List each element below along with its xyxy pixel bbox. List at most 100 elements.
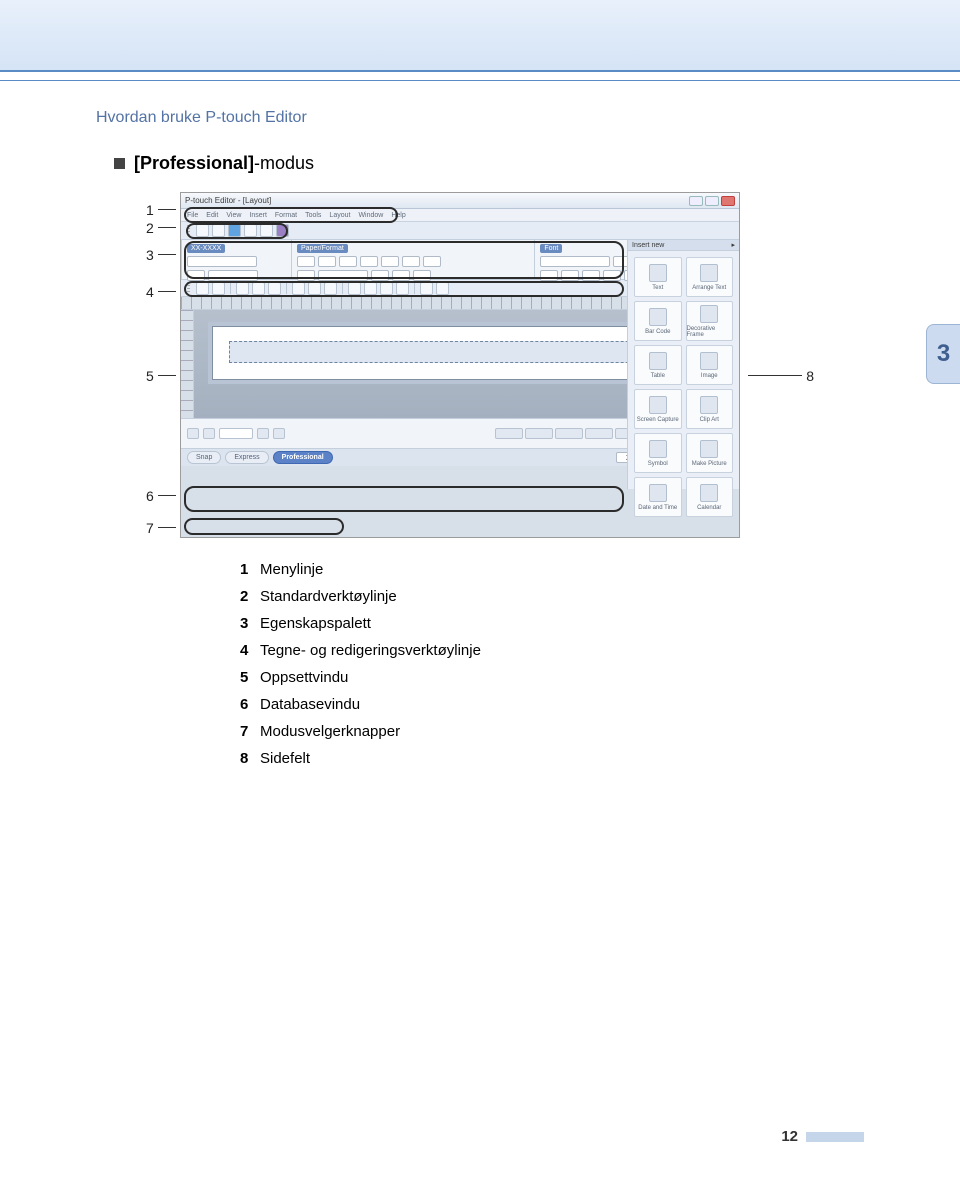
sidebar-cell-icon — [700, 484, 718, 502]
legend-num: 7 — [240, 718, 260, 745]
shape-icon[interactable] — [236, 282, 249, 295]
legend-num: 2 — [240, 583, 260, 610]
legend-item: 5Oppsettvindu — [240, 664, 864, 691]
printer-select[interactable] — [187, 256, 257, 267]
check-toggle[interactable] — [187, 270, 205, 281]
media-select[interactable] — [208, 270, 258, 281]
legend-text: Modusvelgerknapper — [260, 723, 400, 740]
mode-express[interactable]: Express — [225, 451, 268, 464]
close-icon[interactable] — [721, 196, 735, 206]
open-icon[interactable] — [212, 224, 225, 237]
breadcrumb: Hvordan bruke P-touch Editor — [96, 109, 864, 127]
sidebar-cell[interactable]: Decorative Frame — [686, 301, 734, 341]
panel-title: XX-XXXX — [187, 244, 225, 253]
text-icon[interactable] — [212, 282, 225, 295]
color1-icon[interactable] — [420, 282, 433, 295]
sidebar-cell[interactable]: Bar Code — [634, 301, 682, 341]
menu-layout[interactable]: Layout — [329, 212, 350, 219]
legend-text: Tegne- og redigeringsverktøylinje — [260, 642, 481, 659]
sidebar-title: Insert new — [632, 242, 664, 249]
sidebar-cell[interactable]: Text — [634, 257, 682, 297]
legend-text: Standardverktøylinje — [260, 588, 397, 605]
pointer-icon[interactable] — [196, 282, 209, 295]
preview-icon[interactable] — [260, 224, 273, 237]
sidebar-cell-icon — [649, 440, 667, 458]
font-family[interactable] — [540, 256, 610, 267]
menu-file[interactable]: File — [187, 212, 198, 219]
fill-icon[interactable] — [292, 282, 305, 295]
callout-box-7 — [184, 518, 344, 535]
sidebar-cell-icon — [649, 264, 667, 282]
page-accent-bar — [806, 1132, 864, 1142]
sidebar-cell[interactable]: Image — [686, 345, 734, 385]
legend-item: 8Sidefelt — [240, 745, 864, 772]
window-titlebar: P-touch Editor - [Layout] — [181, 193, 739, 209]
legend-num: 1 — [240, 556, 260, 583]
sidebar-cell[interactable]: Arrange Text — [686, 257, 734, 297]
legend-num: 5 — [240, 664, 260, 691]
callout-2: 2 — [146, 220, 154, 236]
record-number[interactable] — [219, 428, 253, 439]
sidebar-cell[interactable]: Date and Time — [634, 477, 682, 517]
sidebar-cell-label: Image — [701, 373, 718, 379]
rect-icon[interactable] — [268, 282, 281, 295]
flip-icon[interactable] — [396, 282, 409, 295]
sidebar-cell[interactable]: Symbol — [634, 433, 682, 473]
sidebar-cell-icon — [649, 396, 667, 414]
new-icon[interactable] — [196, 224, 209, 237]
sidebar-cell-label: Date and Time — [638, 505, 677, 511]
legend-num: 4 — [240, 637, 260, 664]
legend-text: Oppsettvindu — [260, 669, 348, 686]
callout-7: 7 — [146, 520, 154, 536]
prev-icon[interactable] — [203, 428, 215, 439]
sidebar-cell[interactable]: Calendar — [686, 477, 734, 517]
ungroup-icon[interactable] — [364, 282, 377, 295]
menu-format[interactable]: Format — [275, 212, 297, 219]
menu-bar[interactable]: File Edit View Insert Format Tools Layou… — [181, 209, 739, 222]
sidebar-cell-icon — [649, 352, 667, 370]
square-bullet-icon — [114, 158, 125, 169]
legend-item: 1Menylinje — [240, 556, 864, 583]
callout-5: 5 — [146, 368, 154, 384]
page-number: 12 — [781, 1128, 798, 1145]
first-icon[interactable] — [187, 428, 199, 439]
sidebar-cell-label: Table — [651, 373, 665, 379]
callout-6: 6 — [146, 488, 154, 504]
color2-icon[interactable] — [436, 282, 449, 295]
print-icon[interactable] — [244, 224, 257, 237]
align-icon[interactable] — [324, 282, 337, 295]
header-band — [0, 0, 960, 72]
line-icon[interactable] — [252, 282, 265, 295]
sidebar-cell-label: Clip Art — [700, 417, 719, 423]
maximize-icon[interactable] — [705, 196, 719, 206]
menu-help[interactable]: Help — [391, 212, 405, 219]
legend-list: 1Menylinje2Standardverktøylinje3Egenskap… — [240, 556, 864, 772]
next-icon[interactable] — [257, 428, 269, 439]
group-icon[interactable] — [348, 282, 361, 295]
mode-snap[interactable]: Snap — [187, 451, 221, 464]
minimize-icon[interactable] — [689, 196, 703, 206]
menu-insert[interactable]: Insert — [249, 212, 267, 219]
stroke-icon[interactable] — [308, 282, 321, 295]
sidebar-cell[interactable]: Make Picture — [686, 433, 734, 473]
collapse-icon[interactable]: ▸ — [731, 241, 735, 249]
last-icon[interactable] — [273, 428, 285, 439]
sidebar-cell-label: Screen Capture — [637, 417, 679, 423]
mode-professional[interactable]: Professional — [273, 451, 333, 464]
menu-view[interactable]: View — [226, 212, 241, 219]
menu-tools[interactable]: Tools — [305, 212, 321, 219]
sidebar-cell[interactable]: Table — [634, 345, 682, 385]
sidebar-cell-icon — [649, 308, 667, 326]
rotate-icon[interactable] — [380, 282, 393, 295]
sidebar-cell[interactable]: Clip Art — [686, 389, 734, 429]
wizard-icon[interactable] — [276, 224, 289, 237]
panel-title: Font — [540, 244, 562, 253]
app-screenshot: P-touch Editor - [Layout] File Edit View… — [180, 192, 740, 538]
save-icon[interactable] — [228, 224, 241, 237]
legend-text: Sidefelt — [260, 750, 310, 767]
menu-edit[interactable]: Edit — [206, 212, 218, 219]
menu-window[interactable]: Window — [358, 212, 383, 219]
figure: 1 2 3 4 5 6 7 8 P-touch Editor - [Layout… — [160, 192, 800, 538]
callout-4: 4 — [146, 284, 154, 300]
sidebar-cell[interactable]: Screen Capture — [634, 389, 682, 429]
